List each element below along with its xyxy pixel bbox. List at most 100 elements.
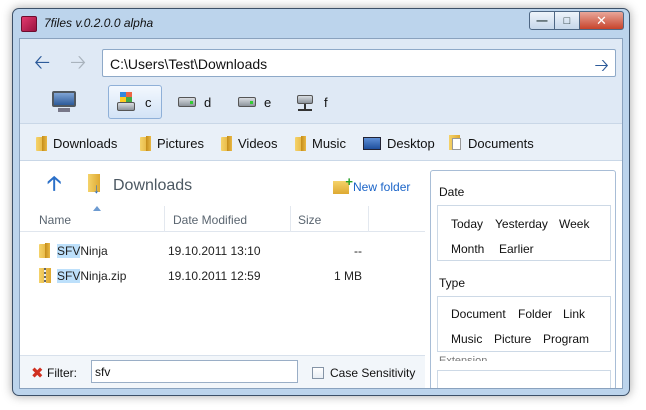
panel-header: 🡡 ↓ Downloads New folder <box>20 162 425 206</box>
favorite-label: Videos <box>238 135 278 151</box>
arrow-left-icon: 🡠 <box>34 52 51 74</box>
file-size: -- <box>354 244 362 258</box>
file-date: 19.10.2011 12:59 <box>168 269 261 283</box>
column-separator[interactable] <box>164 206 165 232</box>
column-headers: Name Date Modified Size <box>20 206 425 232</box>
file-row[interactable]: SFVNinja.zip 19.10.2011 12:59 1 MB <box>20 264 425 287</box>
drive-d[interactable]: d <box>178 85 218 119</box>
case-sensitivity-label[interactable]: Case Sensitivity <box>330 366 415 380</box>
file-date: 19.10.2011 13:10 <box>168 244 261 258</box>
drive-c[interactable]: c <box>108 85 162 119</box>
drive-e[interactable]: e <box>238 85 278 119</box>
arrow-right-icon: 🡢 <box>70 52 87 74</box>
filter-bar: ✖ Filter: Case Sensitivity <box>20 355 425 388</box>
file-name-rest: Ninja.zip <box>80 269 127 283</box>
file-name-rest: Ninja <box>80 244 108 258</box>
facet-type-document[interactable]: Document <box>451 307 506 321</box>
facet-type-link[interactable]: Link <box>563 307 585 321</box>
favorite-label: Pictures <box>157 135 204 151</box>
windows-drive-icon <box>117 92 137 112</box>
drive-label: c <box>145 94 152 110</box>
network-drive-icon <box>296 92 316 112</box>
drive-label: d <box>204 94 212 110</box>
facet-date-title: Date <box>439 185 465 199</box>
favorite-videos[interactable]: Videos <box>221 133 278 153</box>
favorite-documents[interactable]: Documents <box>449 133 534 153</box>
sort-indicator-icon <box>93 206 101 211</box>
close-button[interactable]: ✕ <box>580 11 624 30</box>
facet-type-picture[interactable]: Picture <box>494 332 531 346</box>
maximize-button[interactable]: □ <box>555 11 580 30</box>
window-title: 7files v.0.2.0.0 alpha <box>44 16 154 30</box>
column-separator[interactable] <box>290 206 291 232</box>
downloads-folder-icon: ↓ <box>88 174 106 196</box>
favorites-bar: Downloads Pictures Videos Music Desktop … <box>20 123 622 161</box>
drive-f[interactable]: f <box>296 85 336 119</box>
toolbar: 🡠 🡢 C:\Users\Test\Downloads 🡢 c d e f <box>20 39 622 123</box>
facet-date-today[interactable]: Today <box>451 217 483 231</box>
title-bar[interactable]: 7files v.0.2.0.0 alpha — □ ✕ <box>13 9 629 38</box>
facet-panel: Date Today Yesterday Week Month Earlier … <box>430 170 616 388</box>
up-folder-button[interactable]: 🡡 <box>44 174 66 196</box>
address-bar[interactable]: C:\Users\Test\Downloads 🡢 <box>102 49 616 77</box>
facet-type-music[interactable]: Music <box>451 332 482 346</box>
favorite-label: Downloads <box>53 135 118 151</box>
column-name[interactable]: Name <box>39 213 71 227</box>
computer-button[interactable] <box>50 85 86 119</box>
favorite-pictures[interactable]: Pictures <box>140 133 204 153</box>
folder-icon <box>36 135 47 151</box>
computer-icon <box>50 91 78 113</box>
facet-date-earlier[interactable]: Earlier <box>499 242 534 256</box>
minimize-button[interactable]: — <box>529 11 555 30</box>
filter-input[interactable] <box>91 360 298 383</box>
arrow-up-icon: 🡡 <box>47 173 62 195</box>
file-row[interactable]: SFVNinja 19.10.2011 13:10 -- <box>20 239 425 262</box>
favorite-label: Documents <box>468 135 534 151</box>
favorite-music[interactable]: Music <box>295 133 346 153</box>
folder-icon <box>295 135 306 151</box>
documents-icon <box>449 135 462 151</box>
forward-button[interactable]: 🡢 <box>70 53 88 73</box>
folder-icon <box>221 135 232 151</box>
facet-type-title: Type <box>439 276 466 290</box>
address-path: C:\Users\Test\Downloads <box>110 56 268 72</box>
file-name: SFVNinja.zip <box>57 269 126 283</box>
maximize-icon: □ <box>563 14 571 27</box>
facet-extension-box <box>437 370 611 388</box>
facet-date-box: Today Yesterday Week Month Earlier <box>437 205 611 261</box>
column-size[interactable]: Size <box>298 213 321 227</box>
clear-filter-icon[interactable]: ✖ <box>31 364 44 382</box>
back-button[interactable]: 🡠 <box>34 53 52 73</box>
hard-drive-icon <box>178 97 196 107</box>
go-button[interactable]: 🡢 <box>594 53 609 83</box>
new-folder-label: New folder <box>353 180 411 194</box>
facet-type-program[interactable]: Program <box>543 332 589 346</box>
client-area: 🡠 🡢 C:\Users\Test\Downloads 🡢 c d e f Do… <box>19 38 623 389</box>
minimize-icon: — <box>536 14 548 27</box>
favorite-label: Music <box>312 135 346 151</box>
facet-type-folder[interactable]: Folder <box>518 307 552 321</box>
close-icon: ✕ <box>596 12 607 28</box>
filter-label: Filter: <box>47 366 77 380</box>
case-sensitivity-checkbox[interactable] <box>312 367 324 379</box>
match-highlight: SFV <box>57 244 81 258</box>
facet-date-yesterday[interactable]: Yesterday <box>495 217 548 231</box>
new-folder-icon <box>333 174 353 194</box>
app-window: 7files v.0.2.0.0 alpha — □ ✕ 🡠 🡢 C:\User… <box>12 8 630 396</box>
new-folder-button[interactable]: New folder <box>333 174 411 194</box>
column-date-modified[interactable]: Date Modified <box>173 213 247 227</box>
drive-bar: c d e f <box>20 83 622 123</box>
folder-icon <box>140 135 151 151</box>
facet-date-week[interactable]: Week <box>559 217 589 231</box>
favorite-desktop[interactable]: Desktop <box>363 133 435 153</box>
column-separator[interactable] <box>368 206 369 232</box>
match-highlight: SFV <box>57 269 81 283</box>
facet-extension-title: Extension <box>439 355 488 361</box>
facet-date-month[interactable]: Month <box>451 242 484 256</box>
desktop-icon <box>363 136 381 150</box>
favorite-downloads[interactable]: Downloads <box>36 133 117 153</box>
facet-type-box: Document Folder Link Music Picture Progr… <box>437 296 611 352</box>
favorite-label: Desktop <box>387 135 435 151</box>
folder-icon <box>39 243 52 258</box>
drive-label: e <box>264 94 272 110</box>
